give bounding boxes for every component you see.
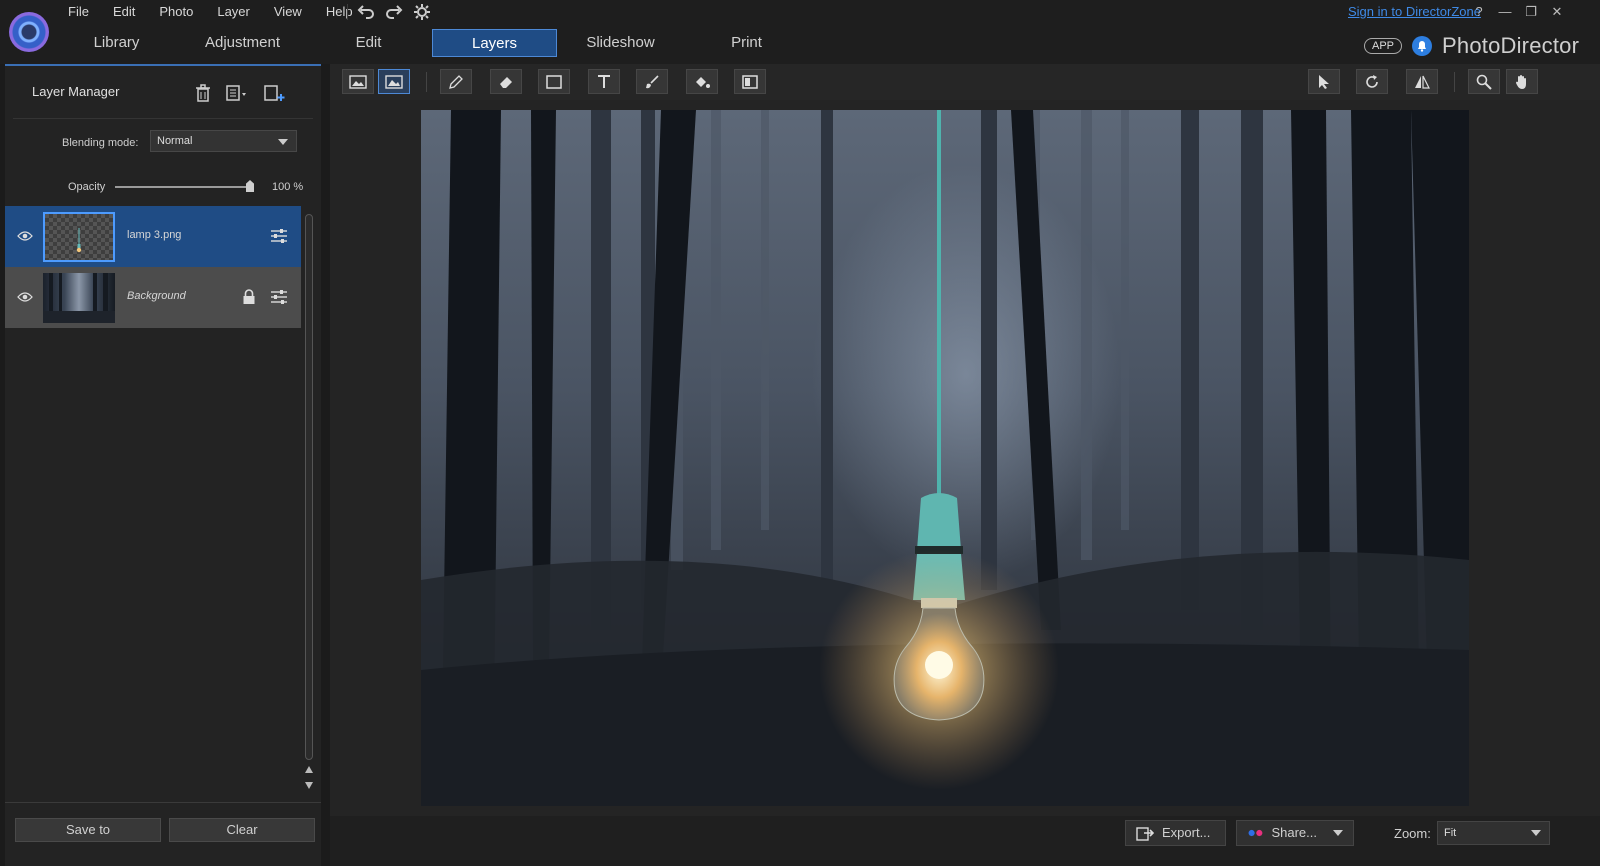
rotate-icon[interactable] <box>1356 69 1388 94</box>
export-label: Export... <box>1162 825 1211 840</box>
add-layer-icon[interactable] <box>263 84 287 105</box>
share-button[interactable]: Share... <box>1236 820 1354 846</box>
menu-file[interactable]: File <box>56 3 101 21</box>
chevron-down-icon[interactable] <box>1333 830 1343 836</box>
help-button[interactable]: ? <box>1472 4 1486 20</box>
app-name: PhotoDirector <box>1442 33 1580 58</box>
zoom-value: Fit <box>1444 827 1457 839</box>
chevron-down-icon <box>1531 830 1541 836</box>
layer-properties-icon[interactable] <box>270 289 288 308</box>
menu-view[interactable]: View <box>262 3 314 21</box>
zoom-select[interactable]: Fit <box>1437 821 1550 845</box>
settings-gear-icon[interactable] <box>412 2 432 22</box>
panel-actions <box>195 84 287 105</box>
app-badge-button[interactable]: APP <box>1364 38 1403 54</box>
layers-list: lamp 3.png Background <box>5 206 301 328</box>
bottom-bar: Export... Share... Zoom: Fit <box>330 816 1600 866</box>
panel-title: Layer Manager <box>32 84 120 99</box>
window-controls: ? — ❐ ✕ <box>1472 4 1564 20</box>
brand-area: APP PhotoDirector <box>1364 33 1579 59</box>
select-arrow-icon[interactable] <box>1308 69 1340 94</box>
undo-redo-group <box>356 2 432 22</box>
layer-row-background[interactable]: Background <box>5 267 301 328</box>
title-bar: File Edit Photo Layer View Help Library … <box>0 0 1600 64</box>
opacity-slider-fill <box>115 186 250 188</box>
tab-layers[interactable]: Layers <box>432 29 557 57</box>
toolbar-separator <box>426 72 427 92</box>
export-button[interactable]: Export... <box>1125 820 1226 846</box>
fill-bucket-icon[interactable] <box>686 69 718 94</box>
tab-edit[interactable]: Edit <box>306 29 431 57</box>
opacity-value: 100 % <box>272 181 304 193</box>
eraser-icon[interactable] <box>490 69 522 94</box>
panel-bottom-divider <box>5 802 321 803</box>
layer-menu-icon[interactable] <box>225 84 249 105</box>
notification-bell-icon[interactable] <box>1412 36 1433 56</box>
blending-mode-value: Normal <box>157 135 193 147</box>
scroll-up-arrow-icon[interactable] <box>305 766 313 773</box>
layer-thumbnail <box>43 273 115 323</box>
zoom-label: Zoom: <box>1394 826 1431 841</box>
tab-library[interactable]: Library <box>54 29 179 57</box>
image-layer-icon[interactable] <box>378 69 410 94</box>
visibility-eye-icon[interactable] <box>17 291 33 306</box>
blending-mode-label: Blending mode: <box>62 137 139 149</box>
layer-name: lamp 3.png <box>127 229 182 241</box>
menu-layer[interactable]: Layer <box>205 3 262 21</box>
opacity-slider-thumb[interactable] <box>246 180 254 192</box>
layer-view-icon[interactable] <box>342 69 374 94</box>
layer-properties-icon[interactable] <box>270 228 288 247</box>
restore-button[interactable]: ❐ <box>1524 4 1538 20</box>
scroll-down-arrow-icon[interactable] <box>305 782 313 789</box>
trash-icon[interactable] <box>195 84 211 105</box>
signin-link[interactable]: Sign in to DirectorZone <box>1348 4 1481 19</box>
menu-photo[interactable]: Photo <box>147 3 205 21</box>
layer-manager-panel: Layer Manager Blending mode: Normal Opac… <box>5 64 321 866</box>
flip-icon[interactable] <box>1406 69 1438 94</box>
opacity-slider[interactable] <box>115 180 254 192</box>
layers-toolbar <box>330 64 1600 100</box>
photo-canvas-image[interactable] <box>421 110 1469 806</box>
app-logo-icon <box>9 12 49 52</box>
opacity-label: Opacity <box>68 181 106 193</box>
blending-mode-select[interactable]: Normal <box>150 130 297 152</box>
menu-divider <box>347 4 348 20</box>
panel-divider <box>13 118 313 119</box>
layer-name: Background <box>127 290 186 302</box>
redo-icon[interactable] <box>384 2 404 22</box>
tab-slideshow[interactable]: Slideshow <box>558 29 683 57</box>
clear-button[interactable]: Clear <box>169 818 315 842</box>
tab-adjustment[interactable]: Adjustment <box>180 29 305 57</box>
gradient-icon[interactable] <box>734 69 766 94</box>
visibility-eye-icon[interactable] <box>17 230 33 245</box>
chevron-down-icon <box>278 139 288 145</box>
layers-scrollbar[interactable] <box>305 214 313 760</box>
pencil-icon[interactable] <box>440 69 472 94</box>
text-icon[interactable] <box>588 69 620 94</box>
export-icon <box>1136 827 1155 841</box>
forest-lamp-photo <box>421 110 1469 806</box>
mode-tabs: Library Adjustment Edit Layers Slideshow… <box>54 29 810 57</box>
minimize-button[interactable]: — <box>1498 4 1512 20</box>
toolbar-separator <box>1454 72 1455 92</box>
hand-icon[interactable] <box>1506 69 1538 94</box>
brush-icon[interactable] <box>636 69 668 94</box>
zoom-icon[interactable] <box>1468 69 1500 94</box>
menu-bar: File Edit Photo Layer View Help <box>56 3 365 21</box>
close-button[interactable]: ✕ <box>1550 4 1564 20</box>
layer-thumbnail <box>43 212 115 262</box>
menu-edit[interactable]: Edit <box>101 3 147 21</box>
layer-row-lamp[interactable]: lamp 3.png <box>5 206 301 267</box>
tab-print[interactable]: Print <box>684 29 809 57</box>
share-dots-icon <box>1248 829 1263 837</box>
save-to-button[interactable]: Save to <box>15 818 161 842</box>
lock-icon[interactable] <box>242 289 256 308</box>
undo-icon[interactable] <box>356 2 376 22</box>
rectangle-icon[interactable] <box>538 69 570 94</box>
share-label: Share... <box>1271 825 1317 840</box>
editing-canvas[interactable] <box>330 100 1600 816</box>
